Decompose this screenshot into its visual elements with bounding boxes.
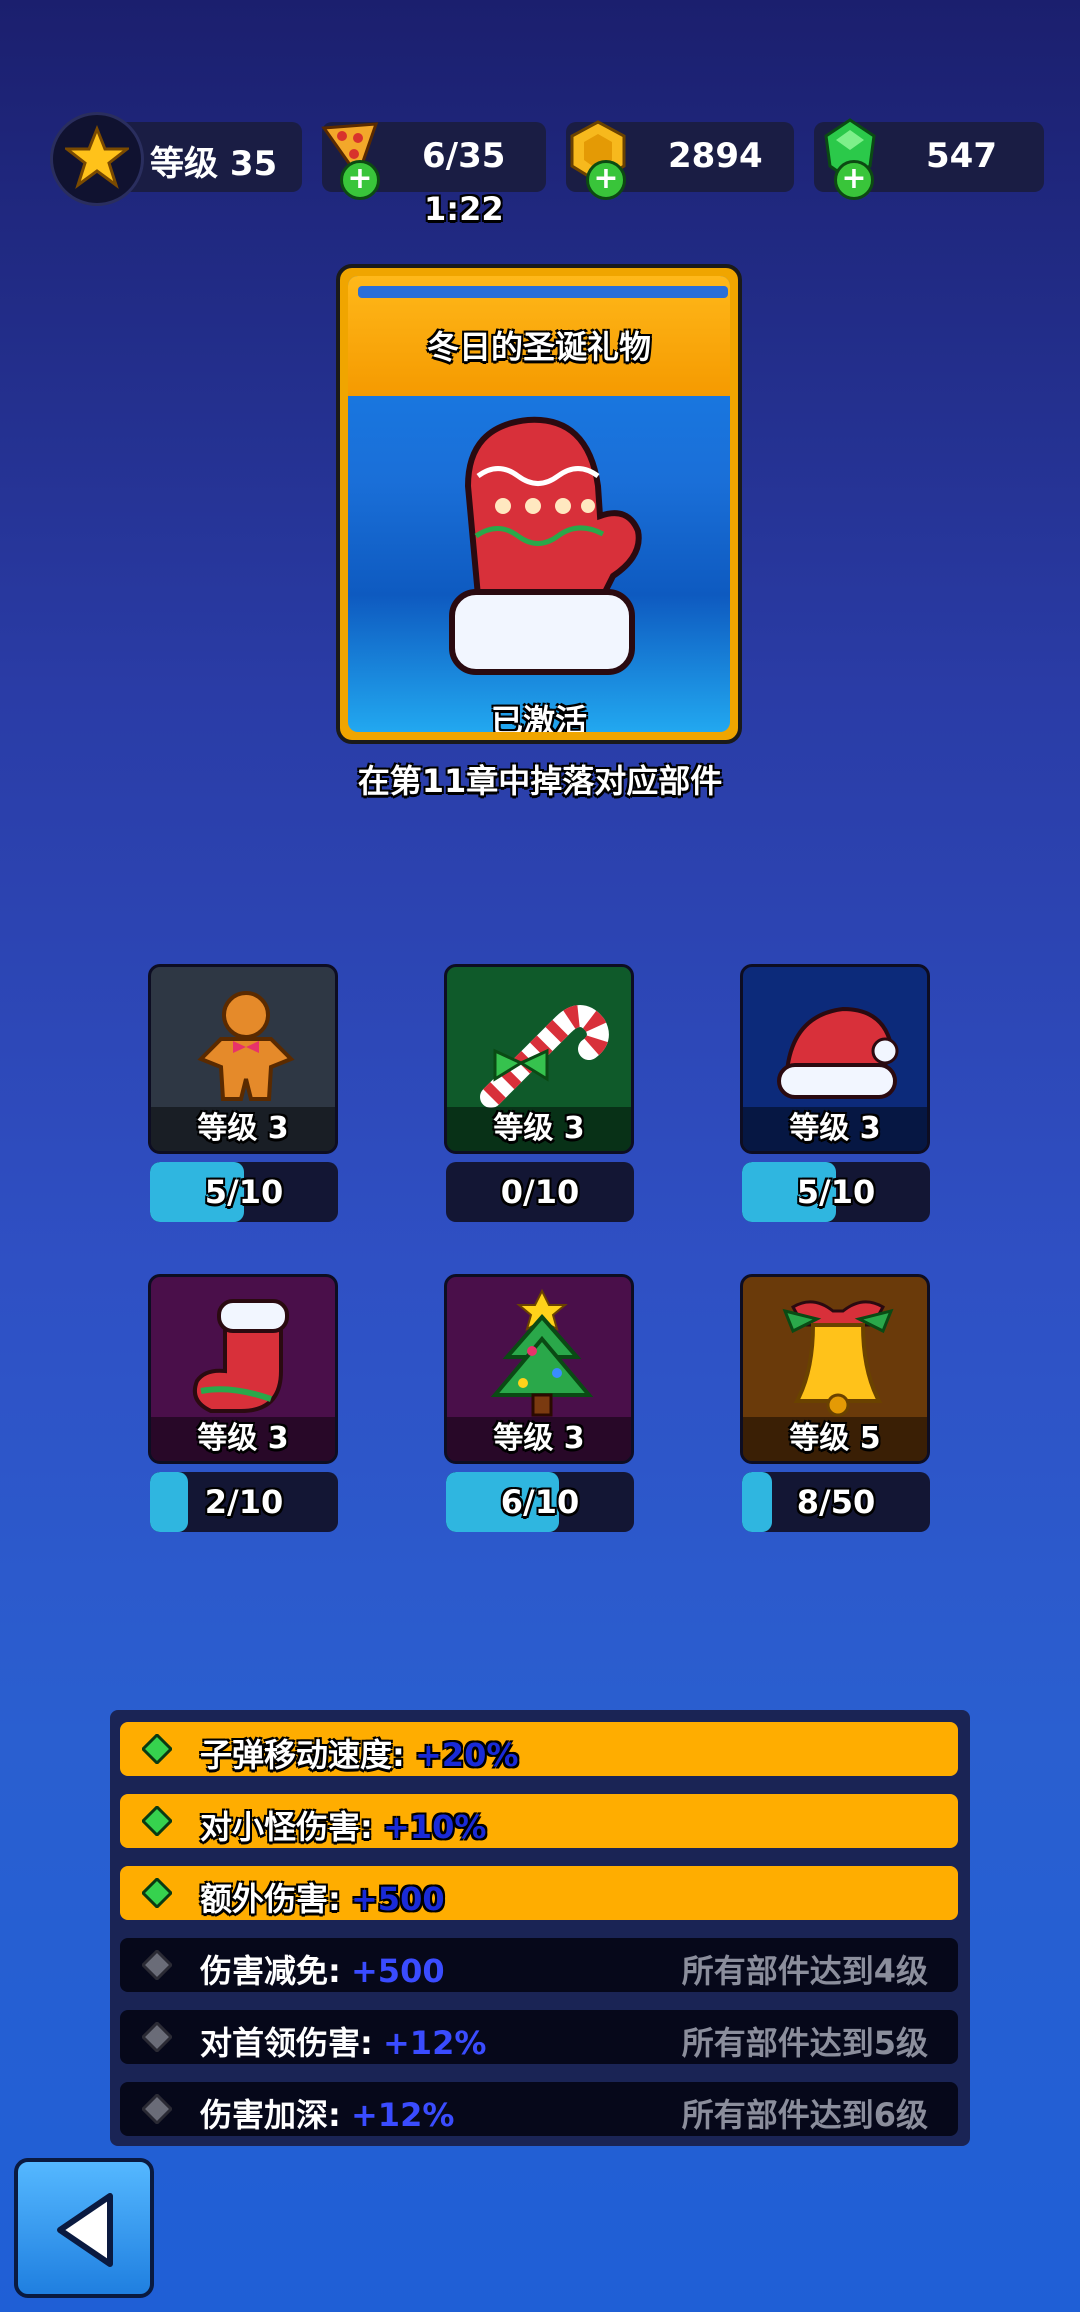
bonus-label: 子弹移动速度: +20% <box>200 1730 518 1776</box>
level-badge[interactable] <box>50 112 144 206</box>
part-level: 等级 3 <box>447 1417 631 1461</box>
gem-inactive-icon <box>142 1950 172 1980</box>
progress-text: 5/10 <box>204 1173 284 1211</box>
gem-inactive-icon <box>142 2022 172 2052</box>
bonus-row: 子弹移动速度: +20% <box>120 1722 958 1776</box>
part-christmas-tree[interactable]: 等级 3 <box>444 1274 634 1464</box>
mitten-icon <box>449 416 642 675</box>
bonus-value: +12% <box>350 2096 455 2134</box>
feature-card-header: 冬日的圣诞礼物 <box>348 276 730 396</box>
gem-active-icon <box>142 1806 172 1836</box>
bonus-requirement: 所有部件达到5级 <box>681 2024 928 2062</box>
bonus-label: 伤害减免: +500 <box>200 1946 445 1992</box>
candy-cane-icon <box>480 1005 609 1108</box>
bonus-row: 伤害加深: +12% 所有部件达到6级 <box>120 2082 958 2136</box>
progress-text: 5/10 <box>796 1173 876 1211</box>
part-level: 等级 3 <box>151 1417 335 1461</box>
bonus-row: 对小怪伤害: +10% <box>120 1794 958 1848</box>
level-label: 等级 35 <box>150 144 278 184</box>
add-gems-button[interactable]: + <box>834 160 874 200</box>
feature-status: 已激活 <box>490 702 587 732</box>
part-progress: 8/50 <box>742 1472 930 1532</box>
bonus-name: 伤害减免: <box>200 1952 341 1990</box>
gingerbread-man-icon <box>197 991 295 1101</box>
bonus-row: 额外伤害: +500 <box>120 1866 958 1920</box>
add-energy-button[interactable]: + <box>340 160 380 200</box>
bonus-name: 子弹移动速度: <box>200 1736 405 1774</box>
bonus-label: 对首领伤害: +12% <box>200 2018 486 2064</box>
part-level: 等级 3 <box>447 1107 631 1151</box>
progress-text: 0/10 <box>500 1173 580 1211</box>
bonus-requirement: 所有部件达到6级 <box>681 2096 928 2134</box>
back-arrow-icon <box>57 2193 113 2267</box>
bonus-name: 伤害加深: <box>200 2096 341 2134</box>
part-santa-hat[interactable]: 等级 3 <box>740 964 930 1154</box>
part-candy-cane[interactable]: 等级 3 <box>444 964 634 1154</box>
part-level: 等级 5 <box>743 1417 927 1461</box>
christmas-tree-icon <box>490 1288 594 1417</box>
header-stripe <box>358 286 728 298</box>
feature-card[interactable]: 冬日的圣诞礼物 已激活 <box>336 264 742 744</box>
star-icon <box>65 125 129 189</box>
bonus-row: 伤害减免: +500 所有部件达到4级 <box>120 1938 958 1992</box>
bonus-row: 对首领伤害: +12% 所有部件达到5级 <box>120 2010 958 2064</box>
bonus-value: +500 <box>350 1952 445 1990</box>
gems-value: 547 <box>926 136 997 176</box>
jingle-bell-icon <box>782 1300 894 1417</box>
bonus-value: +500 <box>350 1880 445 1918</box>
bonus-name: 对小怪伤害: <box>200 1808 373 1846</box>
bonus-requirement: 所有部件达到4级 <box>681 1952 928 1990</box>
part-progress: 2/10 <box>150 1472 338 1532</box>
coins-value: 2894 <box>668 136 763 176</box>
bonus-value: +10% <box>382 1808 487 1846</box>
energy-value: 6/35 <box>422 136 506 176</box>
bonus-panel: 子弹移动速度: +20% 对小怪伤害: +10% 额外伤害: +500 伤害减免… <box>110 1710 970 2146</box>
progress-text: 6/10 <box>500 1483 580 1521</box>
bonus-name: 额外伤害: <box>200 1880 341 1918</box>
progress-text: 8/50 <box>796 1483 876 1521</box>
feature-title: 冬日的圣诞礼物 <box>426 328 651 366</box>
bonus-value: +20% <box>414 1736 519 1774</box>
feature-card-body: 冬日的圣诞礼物 已激活 <box>348 276 730 732</box>
bonus-value: +12% <box>382 2024 487 2062</box>
energy-timer: 1:22 <box>424 190 504 228</box>
add-coins-button[interactable]: + <box>586 160 626 200</box>
bonus-name: 对首领伤害: <box>200 2024 373 2062</box>
bonus-label: 对小怪伤害: +10% <box>200 1802 486 1848</box>
stocking-icon <box>192 1299 289 1413</box>
gem-inactive-icon <box>142 2094 172 2124</box>
part-level: 等级 3 <box>743 1107 927 1151</box>
bonus-label: 伤害加深: +12% <box>200 2090 454 2136</box>
santa-hat-icon <box>777 1006 899 1099</box>
part-progress: 5/10 <box>150 1162 338 1222</box>
gem-active-icon <box>142 1734 172 1764</box>
part-level: 等级 3 <box>151 1107 335 1151</box>
part-progress: 6/10 <box>446 1472 634 1532</box>
part-progress: 0/10 <box>446 1162 634 1222</box>
part-gingerbread-man[interactable]: 等级 3 <box>148 964 338 1154</box>
part-progress: 5/10 <box>742 1162 930 1222</box>
part-jingle-bell[interactable]: 等级 5 <box>740 1274 930 1464</box>
drop-hint: 在第11章中掉落对应部件 <box>357 762 723 800</box>
bonus-label: 额外伤害: +500 <box>200 1874 445 1920</box>
part-christmas-stocking[interactable]: 等级 3 <box>148 1274 338 1464</box>
back-button[interactable] <box>14 2158 154 2298</box>
progress-text: 2/10 <box>204 1483 284 1521</box>
gem-active-icon <box>142 1878 172 1908</box>
